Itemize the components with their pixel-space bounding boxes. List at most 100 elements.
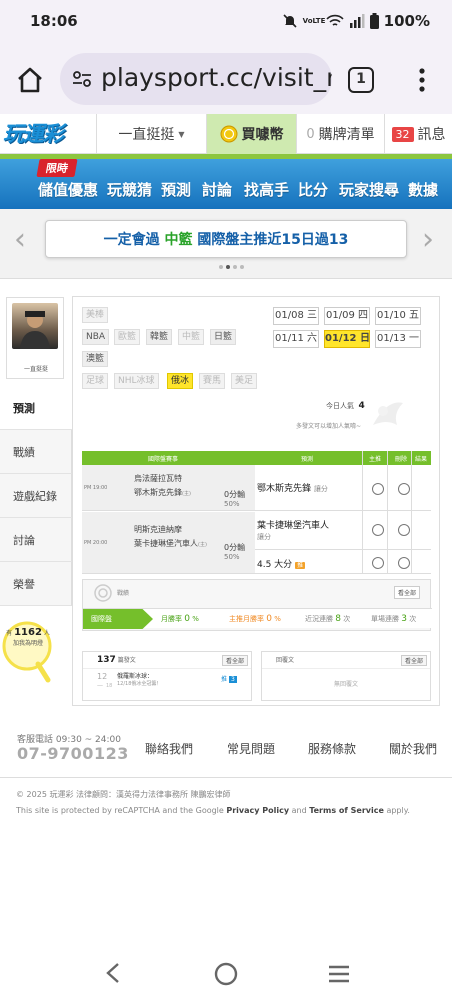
home-tag: (主) [182, 491, 191, 497]
helpers-count: 1162 [14, 627, 42, 638]
featured-radio[interactable] [372, 524, 384, 536]
more-menu-icon[interactable] [413, 66, 431, 94]
stat-label: 近況連勝 [305, 615, 333, 623]
privacy-policy-link[interactable]: Privacy Policy [226, 806, 289, 815]
record-category-tag: 國際盤 [83, 609, 153, 629]
nav-item-play-guess[interactable]: 玩競猜 [107, 179, 152, 200]
sidebar-item-discuss[interactable]: 討論 [0, 518, 72, 562]
delete-radio[interactable] [398, 557, 410, 569]
date-tab-selected[interactable]: 01/12 日 [324, 330, 370, 348]
nav-item-predict[interactable]: 預測 [161, 179, 191, 200]
footer-link-terms[interactable]: 服務條款 [308, 740, 356, 757]
messages-link[interactable]: 32 訊息 [384, 114, 452, 154]
replies-view-all-button[interactable]: 看全部 [400, 655, 427, 666]
stat-recent-streak: 近況連勝 8 次 [305, 614, 350, 624]
sport-chip[interactable]: 日籃 [210, 329, 237, 345]
messages-label: 訊息 [417, 127, 446, 143]
address-bar[interactable]: playsport.cc/visit_m [60, 53, 332, 105]
site-settings-icon[interactable] [72, 69, 92, 89]
post-like: 推 3 [221, 674, 237, 683]
column-divider [411, 451, 412, 574]
url-text[interactable]: playsport.cc/visit_m [101, 63, 332, 92]
announcement-carousel: ‹ 一定會過 中籃 國際盤主推近15日過13 › [0, 209, 452, 279]
footer-link-about[interactable]: 關於我們 [389, 740, 437, 757]
tab-switcher-button[interactable]: 1 [348, 67, 374, 93]
sport-chip[interactable]: 韓籃 [146, 329, 173, 345]
featured-radio[interactable] [372, 483, 384, 495]
purchase-list-link[interactable]: 0 購牌清單 [296, 114, 384, 154]
nav-item-find-expert[interactable]: 找高手 [244, 179, 289, 200]
sidebar-item-predict[interactable]: 預測 [0, 386, 72, 430]
sport-chip[interactable]: 足球 [82, 373, 109, 389]
mute-icon [283, 14, 297, 28]
sidebar-item-game-log[interactable]: 遊戲紀錄 [0, 474, 72, 518]
profile-card[interactable]: 一直挺挺 [6, 297, 64, 379]
wifi-icon [326, 14, 344, 26]
stat-label: 主推月勝率 [229, 615, 264, 623]
home-icon[interactable] [16, 66, 44, 94]
sidebar-item-record[interactable]: 戰績 [0, 430, 72, 474]
sport-chip[interactable]: 歐籃 [114, 329, 141, 345]
replies-divider [262, 668, 430, 669]
handicap-pct: 50% [224, 500, 240, 508]
date-tab[interactable]: 01/10 五 [375, 307, 421, 325]
pick-unit: 讓分 [257, 533, 271, 541]
featured-radio[interactable] [372, 557, 384, 569]
pick-team-name: 鄂木斯克先鋒 [257, 484, 312, 494]
sport-chip[interactable]: 賽馬 [199, 373, 226, 389]
user-dropdown[interactable]: 一直挺挺 ▼ [96, 114, 206, 154]
date-tab[interactable]: 01/13 一 [375, 330, 421, 348]
record-view-all-button[interactable]: 看全部 [393, 586, 420, 599]
carousel-dot-active [226, 265, 230, 269]
pick-cell[interactable]: 鄂木斯克先鋒 讓分 [257, 465, 361, 510]
pick-cell[interactable]: 4.5 大分 推 [257, 551, 361, 573]
volte-label: VoLTE [302, 16, 326, 25]
sport-chip-selected[interactable]: 俄冰 [167, 373, 194, 389]
date-tab[interactable]: 01/09 四 [324, 307, 370, 325]
buy-coin-button[interactable]: 買噱幣 [206, 114, 296, 154]
coin-icon [220, 125, 237, 143]
avatar[interactable] [12, 303, 58, 349]
nav-item-deposit[interactable]: 儲值優惠 [38, 179, 98, 200]
announcement-banner[interactable]: 一定會過 中籃 國際盤主推近15日過13 [45, 220, 407, 258]
date-tab[interactable]: 01/08 三 [273, 307, 319, 325]
site-header: 玩運彩 一直挺挺 ▼ 買噱幣 0 購牌清單 32 訊息 [0, 114, 452, 154]
sport-chip[interactable]: 美棒 [82, 307, 109, 323]
footer-link-contact[interactable]: 聯絡我們 [145, 740, 193, 757]
posts-view-all-button[interactable]: 看全部 [221, 655, 248, 666]
terms-of-service-link[interactable]: Terms of Service [309, 806, 384, 815]
delete-radio[interactable] [398, 524, 410, 536]
chevron-left-icon[interactable]: ‹ [14, 225, 26, 255]
post-date-year: 18 [106, 683, 113, 689]
recent-apps-icon[interactable] [327, 964, 351, 984]
sport-chip[interactable]: NBA [82, 329, 110, 345]
nav-item-score[interactable]: 比分 [298, 179, 328, 200]
stat-single-streak: 單場連勝 3 次 [371, 614, 416, 624]
nav-item-discuss[interactable]: 討論 [202, 179, 232, 200]
sport-chip[interactable]: NHL冰球 [114, 373, 159, 389]
date-tab[interactable]: 01/11 六 [273, 330, 319, 348]
post-title[interactable]: 俄羅斯冰球： [117, 671, 153, 680]
status-icons: VoLTE 100% [282, 12, 430, 30]
footer-link-faq[interactable]: 常見問題 [227, 740, 275, 757]
recaptcha-apply: apply. [383, 806, 410, 815]
footer: 客服電話 09:30 ~ 24:00 07-9700123 聯絡我們 常見問題 … [0, 724, 452, 778]
home-circle-icon[interactable] [214, 962, 238, 986]
chevron-right-icon[interactable]: › [422, 225, 434, 255]
sport-chip[interactable]: 美足 [231, 373, 258, 389]
avatar-photo-icon [20, 311, 50, 349]
signal-icon [349, 14, 365, 28]
sidebar-item-honor[interactable]: 榮譽 [0, 562, 72, 606]
post-subtitle: 12/18俄冰全冠籌！ [117, 681, 162, 687]
sport-chip[interactable]: 澳籃 [82, 351, 109, 367]
sport-chip[interactable]: 中籃 [178, 329, 205, 345]
nav-item-player-search[interactable]: 玩家搜尋 [339, 179, 399, 200]
service-phone[interactable]: 07-9700123 [17, 744, 129, 763]
pick-cell[interactable]: 葉卡捷琳堡汽車人 讓分 [257, 512, 361, 549]
delete-radio[interactable] [398, 483, 410, 495]
table-header: 國際盤賽事 預測 主推 刪除 結果 [82, 451, 431, 465]
nav-item-data[interactable]: 數據 [408, 179, 438, 200]
back-icon[interactable] [104, 962, 122, 984]
site-logo[interactable]: 玩運彩 [3, 118, 75, 148]
column-header-featured: 主推 [369, 456, 382, 463]
